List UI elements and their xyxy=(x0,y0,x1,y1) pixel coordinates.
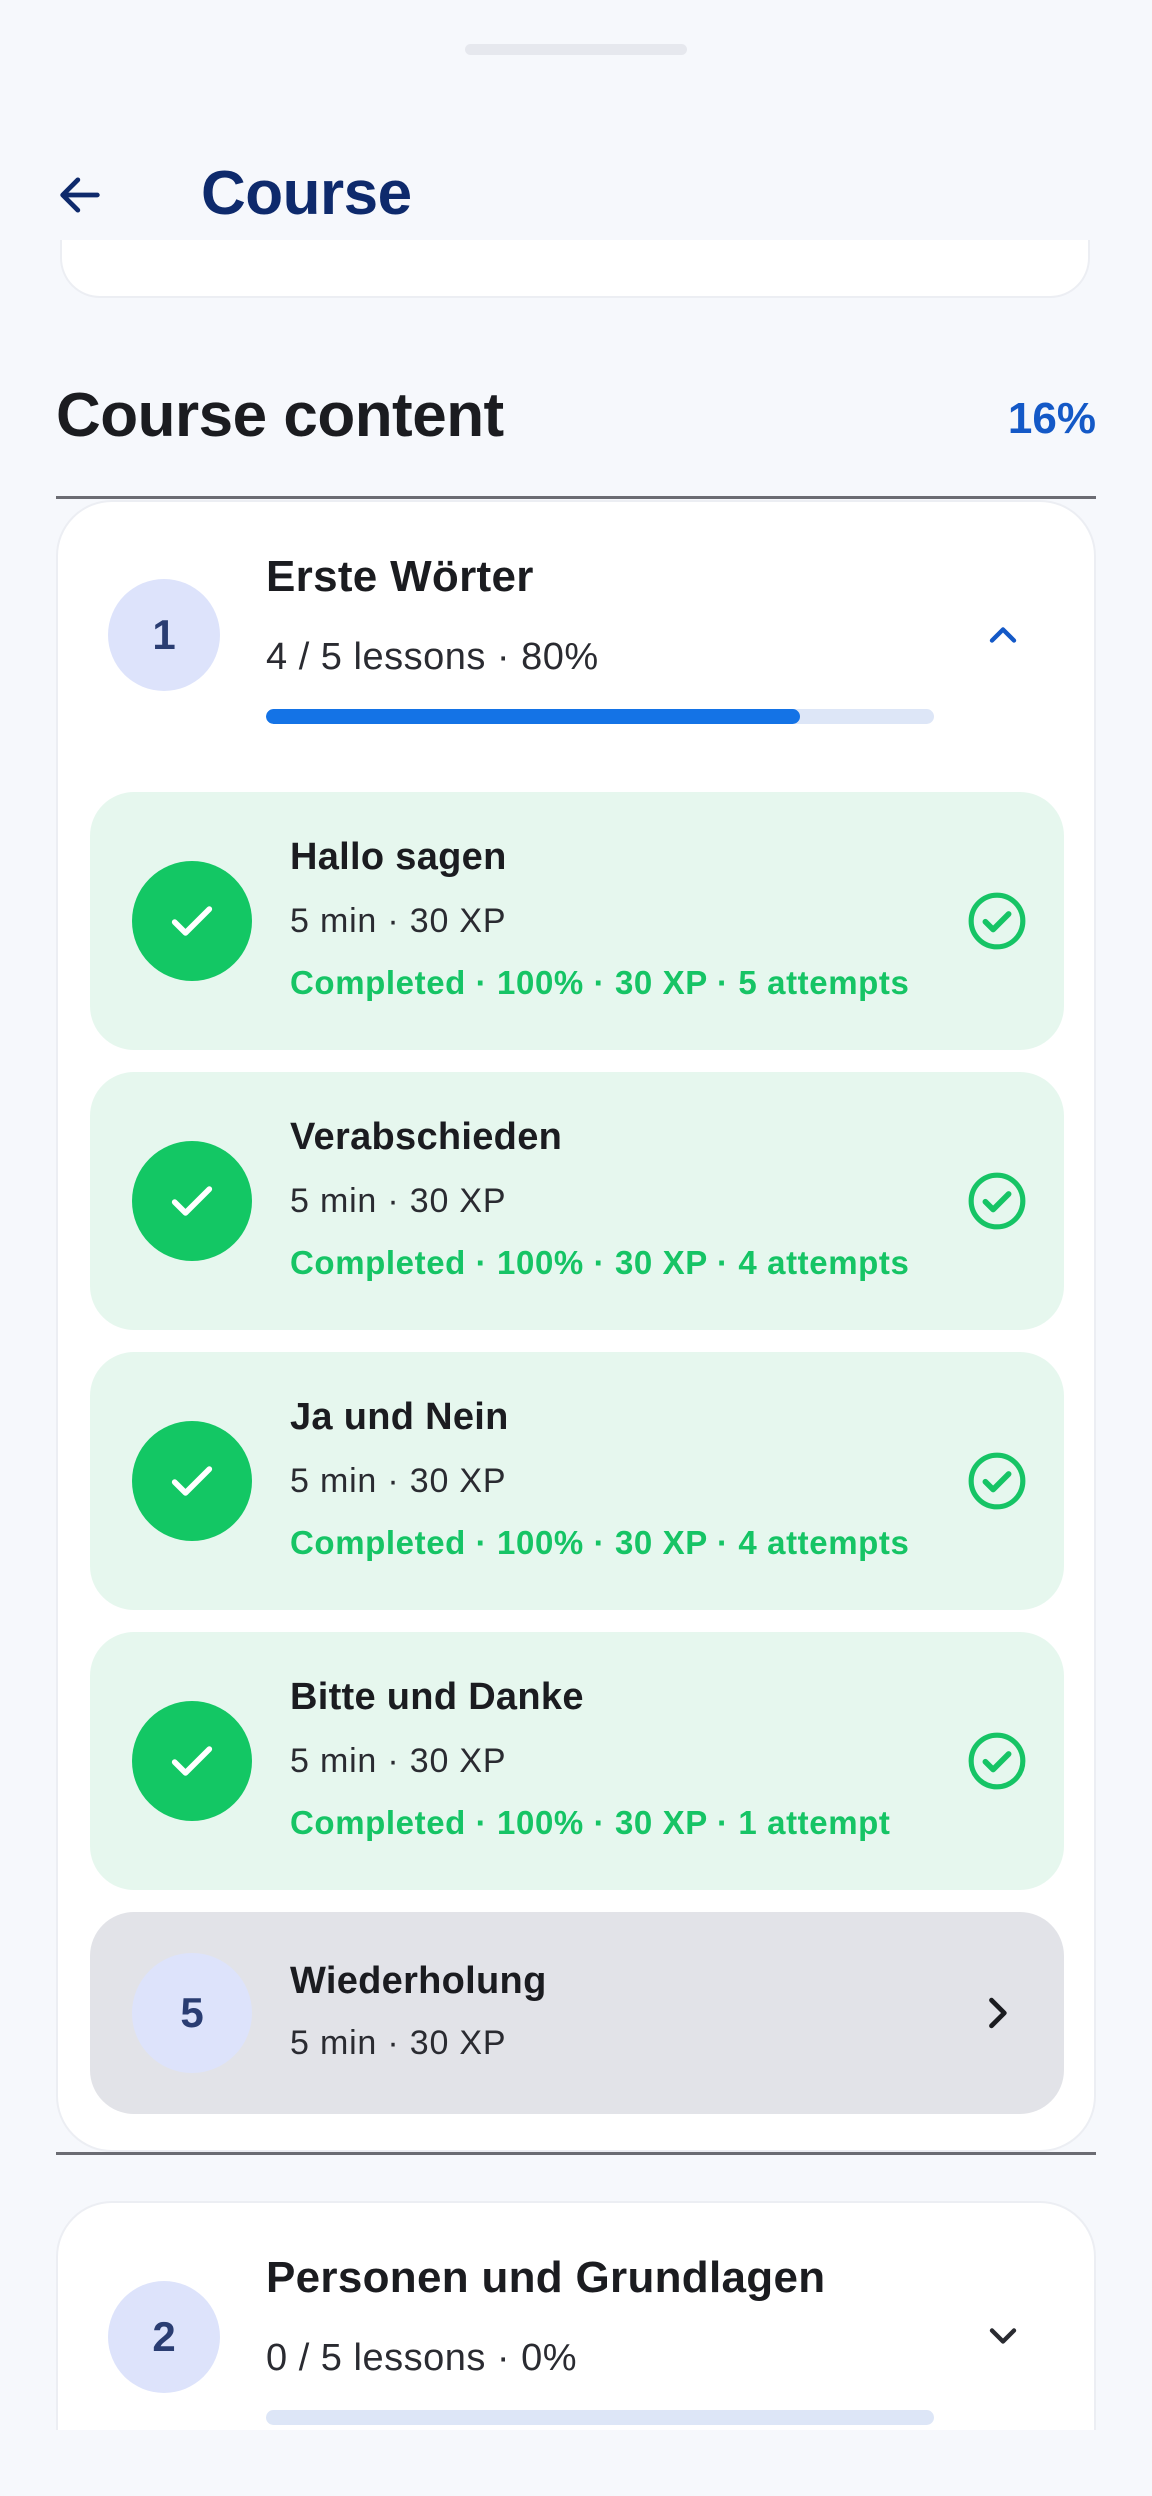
lesson-completed-badge xyxy=(132,1421,252,1541)
lesson-number-badge: 5 xyxy=(132,1953,252,2073)
lesson-title: Bitte und Danke xyxy=(290,1676,584,1718)
lesson-completed-badge xyxy=(132,861,252,981)
bottom-safe-area xyxy=(0,2430,1152,2496)
chevron-right-icon xyxy=(989,1997,1007,2029)
course-progress-percent: 16% xyxy=(1007,394,1096,443)
module-number-badge: 2 xyxy=(108,2281,220,2393)
previous-card-edge xyxy=(60,240,1090,298)
lesson-status: Completed · 100% · 30 XP · 4 attempts xyxy=(290,1244,910,1281)
module-title: Erste Wörter xyxy=(266,552,534,601)
lesson-done-indicator xyxy=(960,1724,1034,1798)
lesson-status: Completed · 100% · 30 XP · 4 attempts xyxy=(290,1524,910,1561)
lesson-meta: 5 min · 30 XP xyxy=(290,1462,507,1500)
module-card-1: 1 Erste Wörter 4 / 5 lessons · 80% Hallo… xyxy=(56,500,1096,2152)
lesson-title: Verabschieden xyxy=(290,1116,563,1158)
lesson-title: Wiederholung xyxy=(290,1960,547,2002)
collapse-module-button[interactable] xyxy=(958,590,1048,680)
module-progress-bar xyxy=(266,709,934,724)
lesson-completed-badge xyxy=(132,1701,252,1821)
lesson-done-indicator xyxy=(960,884,1034,958)
expand-module-button[interactable] xyxy=(958,2291,1048,2381)
module-title: Personen und Grundlagen xyxy=(266,2253,826,2302)
lesson-done-indicator xyxy=(960,1164,1034,1238)
open-lesson-button[interactable] xyxy=(960,1976,1034,2050)
lesson-meta: 5 min · 30 XP xyxy=(290,902,507,940)
checkmark-icon xyxy=(171,1746,213,1776)
lesson-meta: 5 min · 30 XP xyxy=(290,1182,507,1220)
module-summary: 4 / 5 lessons · 80% xyxy=(266,636,599,678)
course-content-header: Course content 16% xyxy=(56,372,1096,468)
lesson-meta: 5 min · 30 XP xyxy=(290,1742,507,1780)
section-title: Course content xyxy=(56,381,504,450)
sheet-grab-handle[interactable] xyxy=(465,44,687,55)
lesson-item[interactable]: 5 Wiederholung 5 min · 30 XP xyxy=(90,1912,1064,2114)
lesson-status: Completed · 100% · 30 XP · 5 attempts xyxy=(290,964,910,1001)
check-circle-icon xyxy=(968,1172,1026,1230)
checkmark-icon xyxy=(171,1466,213,1496)
module-number-badge: 1 xyxy=(108,579,220,691)
divider xyxy=(56,496,1096,499)
check-circle-icon xyxy=(968,1452,1026,1510)
module-progress-bar xyxy=(266,2410,934,2425)
check-circle-icon xyxy=(968,1732,1026,1790)
lesson-item[interactable]: Bitte und Danke 5 min · 30 XP Completed … xyxy=(90,1632,1064,1890)
module-progress-fill xyxy=(266,709,801,724)
divider xyxy=(56,2152,1096,2155)
chevron-up-icon xyxy=(989,627,1017,643)
module-summary: 0 / 5 lessons · 0% xyxy=(266,2337,578,2379)
page-title: Course xyxy=(201,159,412,228)
back-button[interactable] xyxy=(40,160,120,230)
lesson-item[interactable]: Ja und Nein 5 min · 30 XP Completed · 10… xyxy=(90,1352,1064,1610)
lesson-meta: 5 min · 30 XP xyxy=(290,2024,507,2062)
chevron-down-icon xyxy=(989,2328,1017,2344)
lesson-item[interactable]: Hallo sagen 5 min · 30 XP Completed · 10… xyxy=(90,792,1064,1050)
lesson-title: Hallo sagen xyxy=(290,836,507,878)
course-screen: Course Course content 16% 1 Erste Wörter… xyxy=(0,0,1152,2496)
lesson-item[interactable]: Verabschieden 5 min · 30 XP Completed · … xyxy=(90,1072,1064,1330)
arrow-left-icon xyxy=(60,177,100,213)
lesson-title: Ja und Nein xyxy=(290,1396,509,1438)
lesson-completed-badge xyxy=(132,1141,252,1261)
checkmark-icon xyxy=(171,906,213,936)
top-app-bar: Course xyxy=(0,140,1152,250)
check-circle-icon xyxy=(968,892,1026,950)
lesson-status: Completed · 100% · 30 XP · 1 attempt xyxy=(290,1804,891,1841)
lesson-done-indicator xyxy=(960,1444,1034,1518)
checkmark-icon xyxy=(171,1186,213,1216)
